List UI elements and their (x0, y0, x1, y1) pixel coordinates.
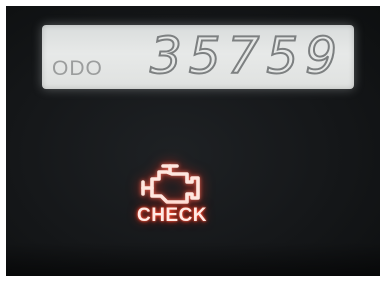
odometer-label: ODO (52, 57, 103, 80)
check-engine-label: CHECK (136, 205, 208, 226)
check-engine-icon (141, 164, 200, 204)
odometer-value: 35759 (149, 26, 344, 86)
odometer-display: ODO 35759 (42, 25, 354, 89)
instrument-cluster: ODO 35759 CHECK (6, 6, 380, 276)
